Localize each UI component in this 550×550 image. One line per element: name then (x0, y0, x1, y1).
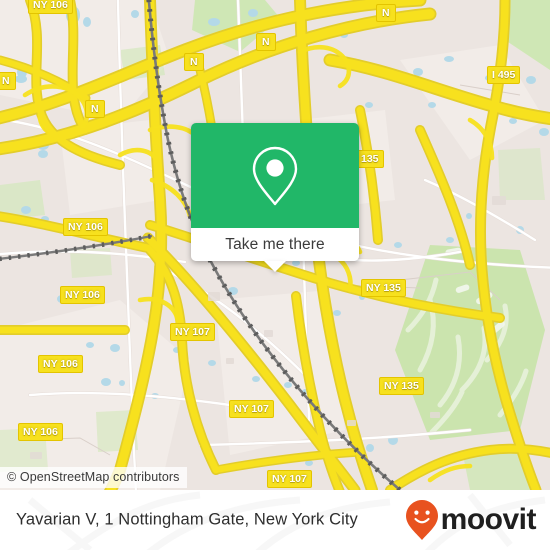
route-shield: NY 107 (229, 400, 274, 418)
route-shield: N (85, 100, 105, 118)
route-shield: N (0, 72, 16, 90)
route-shield: I 495 (487, 66, 521, 84)
route-shield: 135 (356, 150, 384, 168)
popup-pointer-tail (264, 261, 286, 272)
route-shield: N (256, 33, 276, 51)
route-shield: N (184, 53, 204, 71)
moovit-map-screenshot: .rd { fill:none; stroke:#f7e11e; stroke-… (0, 0, 550, 550)
osm-attribution[interactable]: © OpenStreetMap contributors (0, 467, 187, 488)
popup-card-footer[interactable]: Take me there (191, 228, 359, 272)
route-shield: NY 135 (379, 377, 424, 395)
route-shield: NY 106 (38, 355, 83, 373)
route-shield: NY 106 (18, 423, 63, 441)
take-me-there-button[interactable]: Take me there (225, 236, 325, 254)
route-shield: NY 106 (63, 218, 108, 236)
map-pin-icon (252, 146, 298, 205)
moovit-brand[interactable]: moovit (405, 499, 537, 541)
footer-bar: Yavarian V, 1 Nottingham Gate, New York … (0, 490, 550, 550)
route-shield: NY 107 (170, 323, 215, 341)
route-shield: NY 106 (60, 286, 105, 304)
popup-card-header (191, 123, 359, 228)
moovit-wordmark: moovit (440, 503, 537, 536)
address-label: Yavarian V, 1 Nottingham Gate, New York … (16, 510, 358, 529)
moovit-smiley-pin-icon (405, 500, 438, 540)
route-shield: N (376, 4, 396, 22)
route-shield: NY 106 (28, 0, 73, 14)
route-shield: NY 107 (267, 470, 312, 488)
route-shield: NY 135 (361, 279, 406, 297)
destination-popup-card[interactable]: Take me there (191, 123, 359, 272)
